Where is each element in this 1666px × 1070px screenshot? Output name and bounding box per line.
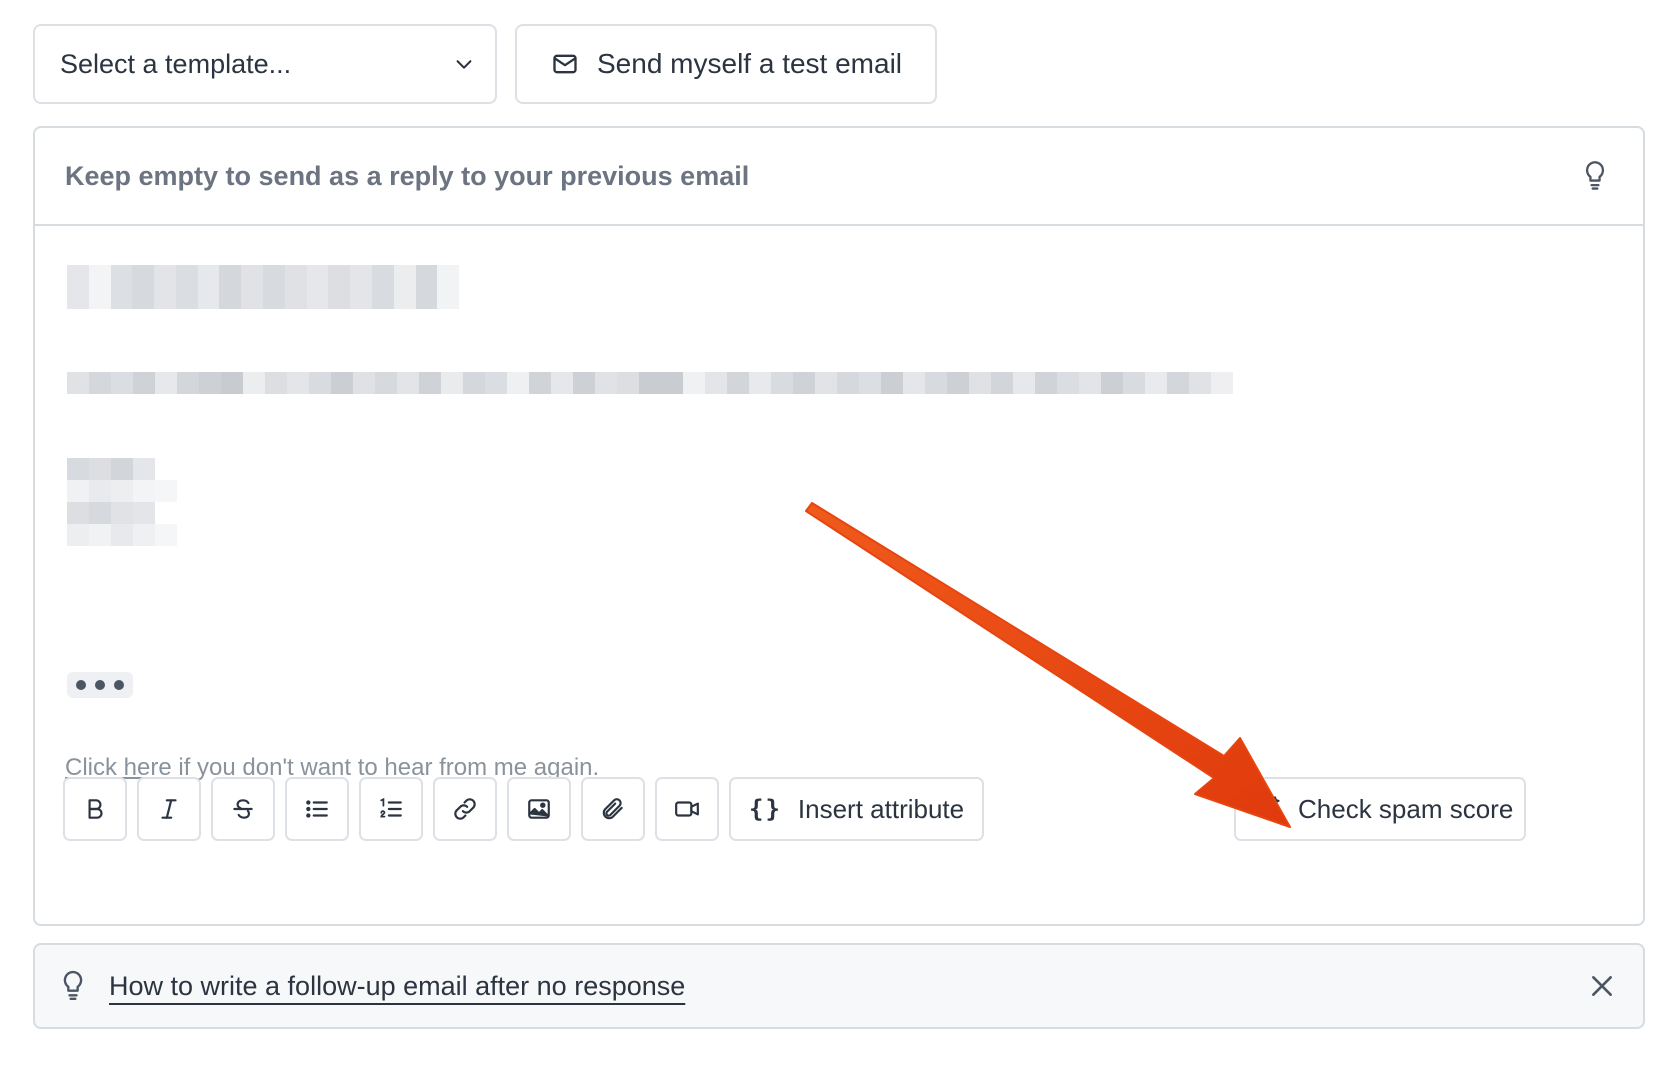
link-icon: [454, 798, 476, 820]
numbered-list-icon: [380, 797, 402, 818]
top-controls: Select a template... Send myself a test …: [33, 24, 937, 104]
link-button[interactable]: [433, 777, 497, 841]
template-select-value: Select a template...: [60, 48, 292, 79]
formatting-toolbar-row: {} Insert attribute: [63, 777, 985, 841]
close-icon[interactable]: [1589, 973, 1615, 999]
redacted-line: [67, 502, 155, 524]
bullet-list-button[interactable]: [285, 777, 349, 841]
strikethrough-icon: [233, 799, 253, 819]
numbered-list-button[interactable]: [359, 777, 423, 841]
insert-attribute-label: Insert attribute: [797, 793, 965, 824]
tip-banner: How to write a follow-up email after no …: [33, 943, 1645, 1029]
italic-button[interactable]: [137, 777, 201, 841]
bullet-list-icon: [306, 800, 328, 818]
insert-attribute-button[interactable]: {} Insert attribute: [729, 777, 985, 841]
dot: [95, 680, 105, 690]
chevron-down-icon: [456, 60, 472, 69]
tip-link[interactable]: How to write a follow-up email after no …: [109, 971, 1589, 1002]
lightbulb-icon: [63, 970, 83, 1000]
mail-icon: [553, 54, 577, 74]
paperclip-icon: [602, 798, 623, 820]
video-camera-icon: [675, 801, 699, 817]
send-test-email-label: Send myself a test email: [597, 48, 903, 79]
strikethrough-button[interactable]: [211, 777, 275, 841]
bold-button[interactable]: [63, 777, 127, 841]
send-test-email-button[interactable]: Send myself a test email: [515, 24, 937, 104]
bold-icon: [88, 799, 103, 819]
attachment-button[interactable]: [581, 777, 645, 841]
redacted-line: [67, 458, 155, 480]
lightbulb-icon[interactable]: [1581, 160, 1609, 192]
image-icon: [528, 799, 550, 819]
redacted-line: [67, 265, 460, 309]
braces-icon: {}: [749, 795, 782, 823]
subject-input[interactable]: [65, 160, 1265, 192]
redacted-line: [67, 524, 177, 546]
redacted-line: [67, 372, 1239, 394]
check-spam-score-label: Check spam score: [1298, 793, 1514, 824]
italic-icon: [161, 799, 177, 819]
check-spam-score-button[interactable]: Check spam score: [1234, 777, 1526, 841]
sparkles-icon: [1257, 796, 1280, 821]
dot: [76, 680, 86, 690]
template-select[interactable]: Select a template...: [33, 24, 497, 104]
redacted-line: [67, 480, 177, 502]
show-more-dots[interactable]: [67, 672, 133, 698]
dot: [114, 680, 124, 690]
subject-row: [35, 128, 1643, 226]
image-button[interactable]: [507, 777, 571, 841]
video-button[interactable]: [655, 777, 719, 841]
